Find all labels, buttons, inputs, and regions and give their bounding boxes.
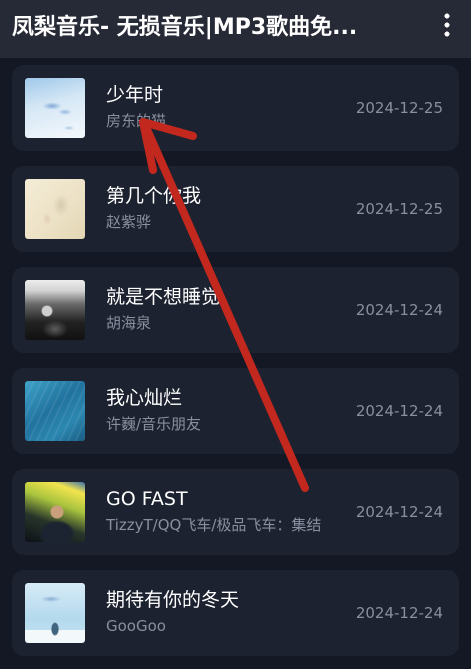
album-cover (25, 280, 85, 340)
album-cover (25, 583, 85, 643)
more-menu-button[interactable] (437, 13, 457, 43)
song-artist: GooGoo (106, 617, 166, 635)
album-cover (25, 381, 85, 441)
song-artist: 许巍/音乐朋友 (106, 415, 202, 433)
song-list-item[interactable]: 我心灿烂 许巍/音乐朋友 2024-12-24 (12, 368, 459, 454)
song-list-item[interactable]: 少年时 房东的猫 2024-12-25 (12, 65, 459, 151)
song-title: 第几个你我 (106, 185, 202, 207)
more-vertical-icon (442, 13, 452, 39)
app-title: 凤梨音乐- 无损音乐|MP3歌曲免... (12, 15, 358, 40)
song-date: 2024-12-24 (355, 604, 443, 622)
song-artist: TizzyT/QQ飞车/极品飞车：集结 (106, 516, 322, 534)
song-date: 2024-12-24 (355, 402, 443, 420)
song-list-item[interactable]: GO FAST TizzyT/QQ飞车/极品飞车：集结 2024-12-24 (12, 469, 459, 555)
song-list: 少年时 房东的猫 2024-12-25 第几个你我 赵紫骅 2024-12-25… (0, 58, 471, 669)
song-artist: 房东的猫 (106, 112, 167, 130)
song-date: 2024-12-24 (355, 301, 443, 319)
song-date: 2024-12-24 (355, 503, 443, 521)
song-list-item[interactable]: 就是不想睡觉 胡海泉 2024-12-24 (12, 267, 459, 353)
app-header: 凤梨音乐- 无损音乐|MP3歌曲免... (0, 0, 471, 58)
song-title: 我心灿烂 (106, 387, 183, 409)
song-date: 2024-12-25 (355, 99, 443, 117)
song-artist: 胡海泉 (106, 314, 152, 332)
song-title: GO FAST (106, 488, 188, 510)
album-cover (25, 179, 85, 239)
song-list-item[interactable]: 第几个你我 赵紫骅 2024-12-25 (12, 166, 459, 252)
song-title: 就是不想睡觉 (106, 286, 221, 308)
song-artist: 赵紫骅 (106, 213, 152, 231)
song-date: 2024-12-25 (355, 200, 443, 218)
album-cover (25, 482, 85, 542)
song-title: 期待有你的冬天 (106, 589, 240, 611)
album-cover (25, 78, 85, 138)
song-list-item[interactable]: 期待有你的冬天 GooGoo 2024-12-24 (12, 570, 459, 656)
song-title: 少年时 (106, 84, 164, 106)
